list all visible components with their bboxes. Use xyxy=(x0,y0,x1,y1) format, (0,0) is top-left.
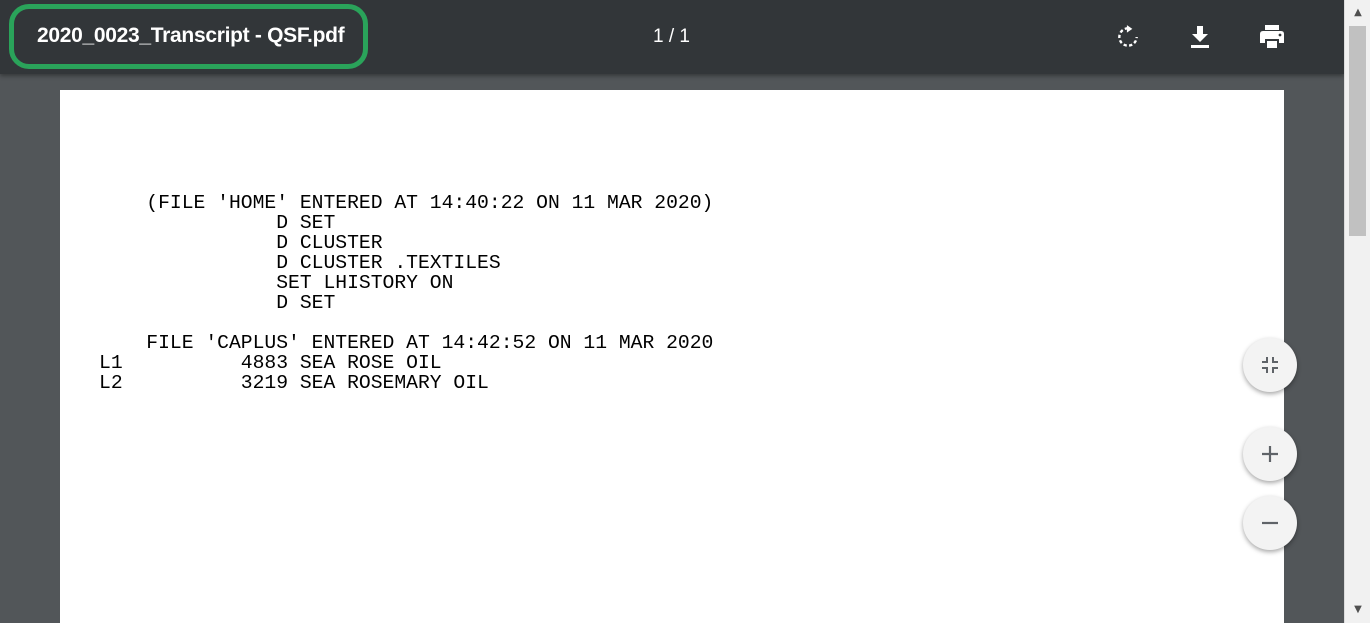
pdf-page: (FILE 'HOME' ENTERED AT 14:40:22 ON 11 M… xyxy=(60,90,1284,623)
transcript-line: FILE 'CAPLUS' ENTERED AT 14:42:52 ON 11 … xyxy=(99,332,714,354)
document-scroll-area[interactable]: (FILE 'HOME' ENTERED AT 14:40:22 ON 11 M… xyxy=(0,74,1344,623)
rotate-button[interactable] xyxy=(1109,18,1147,56)
scroll-down-arrow[interactable]: ▼ xyxy=(1345,599,1370,619)
print-button[interactable] xyxy=(1253,18,1291,56)
scroll-up-arrow[interactable]: ▲ xyxy=(1345,2,1370,22)
transcript-line: D SET xyxy=(99,292,336,314)
transcript-line: D CLUSTER .TEXTILES xyxy=(99,252,501,274)
document-title: 2020_0023_Transcript - QSF.pdf xyxy=(37,24,345,47)
transcript-line: L1 4883 SEA ROSE OIL xyxy=(99,352,442,374)
vertical-scrollbar[interactable]: ▲ ▼ xyxy=(1344,0,1370,623)
plus-icon xyxy=(1262,446,1278,462)
transcript-line: D SET xyxy=(99,212,336,234)
scroll-thumb[interactable] xyxy=(1349,26,1366,236)
zoom-out-button[interactable] xyxy=(1243,496,1297,550)
rotate-icon xyxy=(1118,25,1138,47)
zoom-in-button[interactable] xyxy=(1243,427,1297,481)
transcript-line: (FILE 'HOME' ENTERED AT 14:40:22 ON 11 M… xyxy=(99,192,714,214)
transcript-text: (FILE 'HOME' ENTERED AT 14:40:22 ON 11 M… xyxy=(99,193,713,393)
download-button[interactable] xyxy=(1181,18,1219,56)
transcript-line: L2 3219 SEA ROSEMARY OIL xyxy=(99,372,489,394)
download-icon xyxy=(1191,26,1209,48)
transcript-line xyxy=(99,313,713,333)
print-icon xyxy=(1260,25,1284,48)
fit-to-page-button[interactable] xyxy=(1243,338,1297,392)
page-indicator: 1 / 1 xyxy=(653,26,690,47)
minus-icon xyxy=(1262,521,1278,525)
fit-to-page-icon xyxy=(1262,357,1278,373)
pdf-viewer: 2020_0023_Transcript - QSF.pdf 1 / 1 (FI… xyxy=(0,0,1370,623)
transcript-line: SET LHISTORY ON xyxy=(99,272,454,294)
toolbar: 2020_0023_Transcript - QSF.pdf 1 / 1 xyxy=(0,0,1344,74)
transcript-line: D CLUSTER xyxy=(99,232,383,254)
